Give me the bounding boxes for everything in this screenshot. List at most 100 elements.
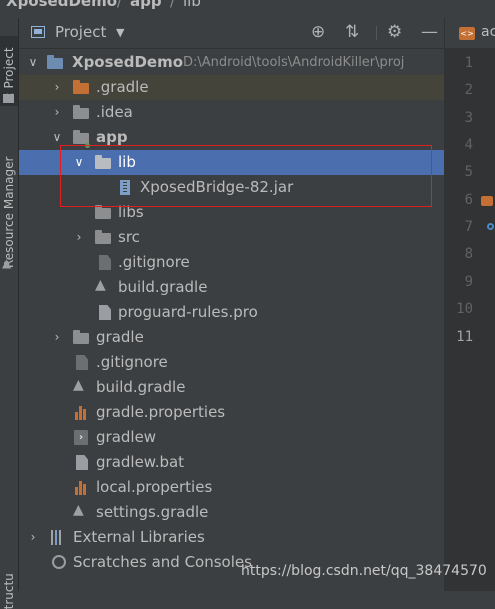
tree-node-gradlew[interactable]: › gradlew [19,425,444,450]
editor-tab-label: ac [481,24,495,40]
tree-node-local-properties[interactable]: local.properties [19,475,444,500]
tree-node-label: .gitignore [118,253,190,271]
root-project-name: XposedDemo [72,53,184,71]
tree-node-idea[interactable]: › .idea [19,100,444,125]
tree-node-label: gradle.properties [96,403,226,421]
folder-icon [73,330,89,344]
line-number: 7 [464,219,473,235]
chevron-down-icon[interactable]: ∨ [51,130,63,144]
ignore-file-icon [99,255,111,270]
text-file-icon [76,455,88,470]
folder-icon [95,230,111,244]
properties-file-icon [75,405,91,420]
xml-file-icon: <> [459,27,475,40]
line-number: 9 [464,274,473,290]
highlight-annotation-box [60,145,432,207]
excluded-folder-icon [73,80,89,94]
properties-file-icon [75,480,91,495]
shapes-icon: ▲ [2,256,12,270]
tree-node-root[interactable]: ∨ XposedDemo D:\Android\tools\AndroidKil… [19,50,444,75]
scratches-icon [52,555,66,569]
tree-node-external-libraries[interactable]: › External Libraries [19,525,444,550]
project-view-icon [31,26,45,38]
gradle-elephant-icon: ▲ [73,502,84,518]
line-number: 2 [464,82,473,98]
breadcrumb-module[interactable]: app [130,0,162,10]
editor-tab[interactable]: <> ac [445,18,495,49]
tree-node-gradlew-bat[interactable]: gradlew.bat [19,450,444,475]
collapse-all-icon[interactable]: ⇅ [345,22,359,42]
line-number-current: 11 [456,329,473,345]
tree-node-src[interactable]: › src [19,225,444,250]
structure-tab-label: Structure [2,573,16,609]
tree-node-label: local.properties [96,478,213,496]
library-icon [51,530,67,545]
line-number-gutter: 1 2 3 4 5 6 7 8 9 10 11 [445,48,495,591]
tree-node-label: src [118,228,140,246]
gradle-elephant-icon: ▲ [73,377,84,393]
tree-node-build-gradle[interactable]: ▲ build.gradle [19,375,444,400]
tree-node-app-build-gradle[interactable]: ▲ build.gradle [19,275,444,300]
chevron-right-icon[interactable]: › [51,80,63,94]
tree-node-label: proguard-rules.pro [118,303,258,321]
android-component-gutter-icon[interactable] [481,196,493,206]
tree-node-label: External Libraries [73,528,205,546]
breadcrumb-folder[interactable]: lib [183,0,201,10]
breakpoint-marker-icon[interactable] [487,223,494,230]
terminal-script-icon: › [74,430,88,445]
tree-node-label: .idea [96,103,133,121]
tree-node-label: gradlew.bat [96,453,185,471]
project-panel-header: Project ▼ ⊕ ⇅ ⚙ — [19,18,444,49]
chevron-right-icon[interactable]: › [73,230,85,244]
ignore-file-icon [76,355,88,370]
tree-node-label: build.gradle [118,278,208,296]
tree-node-label: settings.gradle [96,503,209,521]
line-number: 4 [464,137,473,153]
left-tool-stripe: 1: Project Resource Manager ▲ Structure [0,18,19,609]
tree-node-label: .gitignore [96,353,168,371]
panel-title[interactable]: Project [55,23,106,41]
text-file-icon [99,305,111,320]
tree-node-gradle-hidden[interactable]: › .gradle [19,75,444,100]
folder-icon [73,105,89,119]
root-project-path: D:\Android\tools\AndroidKiller\proj [183,55,405,70]
tree-node-settings-gradle[interactable]: ▲ settings.gradle [19,500,444,525]
editor-area: <> ac 1 2 3 4 5 6 7 8 9 10 11 [444,18,495,591]
module-folder-icon [47,55,63,69]
tree-node-label: Scratches and Consoles [73,553,252,571]
line-number: 10 [456,301,473,317]
view-selector-chevron-icon[interactable]: ▼ [116,26,124,39]
line-number: 6 [464,192,473,208]
tree-node-label: app [96,128,128,146]
tree-node-gitignore[interactable]: .gitignore [19,350,444,375]
chevron-right-icon[interactable]: › [27,530,39,544]
tree-node-gradle-properties[interactable]: gradle.properties [19,400,444,425]
chevron-down-icon[interactable]: ∨ [27,55,39,69]
chevron-right-icon[interactable]: › [51,330,63,344]
tree-node-label: gradle [96,328,144,346]
hide-panel-icon[interactable]: — [421,22,438,42]
structure-tool-tab[interactable]: Structure [0,573,18,609]
resource-manager-tab-label: Resource Manager [2,156,16,268]
breadcrumb-separator: / [117,0,123,10]
line-number: 1 [464,55,473,71]
header-divider [376,26,377,40]
watermark-url: https://blog.csdn.net/qq_38474570 [241,563,487,579]
tree-node-gradle[interactable]: › gradle [19,325,444,350]
locate-target-icon[interactable]: ⊕ [311,22,325,42]
breadcrumb-project[interactable]: XposedDemo [6,0,117,10]
folder-icon [95,205,111,219]
gear-icon[interactable]: ⚙ [387,22,402,42]
tree-node-proguard[interactable]: proguard-rules.pro [19,300,444,325]
resource-manager-tool-tab[interactable]: Resource Manager [0,148,18,270]
tree-node-app-gitignore[interactable]: .gitignore [19,250,444,275]
gradle-elephant-icon: ▲ [95,277,106,293]
folder-icon [3,94,14,103]
chevron-right-icon[interactable]: › [51,105,63,119]
project-panel: Project ▼ ⊕ ⇅ ⚙ — ∨ XposedDemo D:\Androi… [19,18,444,591]
breadcrumb-separator: / [170,0,176,10]
tree-node-label: gradlew [96,428,157,446]
tree-node-label: build.gradle [96,378,186,396]
line-number: 3 [464,110,473,126]
navigation-bar: XposedDemo / app / lib [0,0,495,19]
